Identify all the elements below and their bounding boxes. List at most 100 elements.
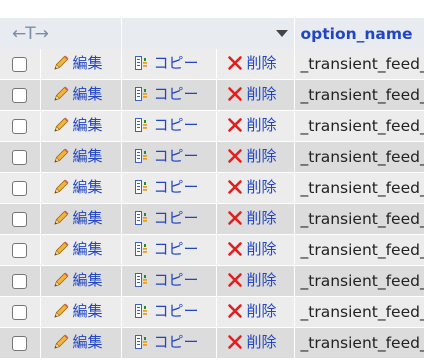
delete-button[interactable]: 削除 — [226, 207, 277, 228]
table-row: 編集 コピー 削除 _transient_feed_ — [0, 110, 424, 142]
table-row: 編集 コピー 削除 _transient_feed_ — [0, 141, 424, 173]
option-name-cell[interactable]: _transient_feed_ — [294, 296, 424, 328]
delete-button[interactable]: 削除 — [226, 114, 277, 135]
copy-cell: コピー — [121, 265, 217, 297]
sort-option-name-link[interactable]: option_name — [301, 25, 413, 43]
edit-button[interactable]: 編集 — [52, 114, 103, 135]
edit-button[interactable]: 編集 — [52, 83, 103, 104]
option-name-value: _transient_feed_ — [300, 55, 424, 73]
table-row: 編集 コピー 削除 _transient_feed_ — [0, 327, 424, 359]
edit-button[interactable]: 編集 — [52, 238, 103, 259]
copy-button[interactable]: コピー — [133, 114, 199, 135]
pencil-icon — [52, 85, 70, 103]
row-checkbox[interactable] — [12, 211, 28, 227]
edit-label: 編集 — [72, 85, 103, 104]
option-name-cell[interactable]: _transient_feed_ — [294, 49, 424, 80]
filter-header-cell — [121, 18, 295, 49]
edit-label: 編集 — [72, 302, 103, 321]
copy-label: コピー — [153, 54, 199, 73]
option-name-cell[interactable]: _transient_feed_ — [294, 172, 424, 204]
row-checkbox[interactable] — [12, 56, 28, 72]
edit-label: 編集 — [72, 240, 103, 259]
copy-insert-icon — [133, 54, 151, 72]
option-name-cell[interactable]: _transient_feed_ — [294, 265, 424, 297]
row-select-cell — [0, 110, 41, 142]
option-name-cell[interactable]: _transient_feed_ — [294, 79, 424, 111]
copy-button[interactable]: コピー — [133, 176, 199, 197]
row-checkbox[interactable] — [12, 242, 28, 258]
row-select-cell — [0, 265, 41, 297]
pencil-icon — [52, 178, 70, 196]
copy-button[interactable]: コピー — [133, 300, 199, 321]
copy-button[interactable]: コピー — [133, 269, 199, 290]
delete-button[interactable]: 削除 — [226, 52, 277, 73]
delete-button[interactable]: 削除 — [226, 83, 277, 104]
delete-button[interactable]: 削除 — [226, 238, 277, 259]
option-name-cell[interactable]: _transient_feed_ — [294, 234, 424, 266]
copy-label: コピー — [153, 116, 199, 135]
row-checkbox[interactable] — [12, 87, 28, 103]
column-sort-arrows[interactable]: ←T→ — [0, 18, 122, 49]
edit-cell: 編集 — [40, 327, 122, 359]
copy-button[interactable]: コピー — [133, 238, 199, 259]
row-checkbox[interactable] — [12, 118, 28, 134]
copy-button[interactable]: コピー — [133, 331, 199, 352]
delete-button[interactable]: 削除 — [226, 176, 277, 197]
delete-cell: 削除 — [216, 141, 295, 173]
edit-button[interactable]: 編集 — [52, 52, 103, 73]
row-checkbox[interactable] — [12, 180, 28, 196]
copy-cell: コピー — [121, 234, 217, 266]
row-checkbox[interactable] — [12, 273, 28, 289]
edit-button[interactable]: 編集 — [52, 145, 103, 166]
edit-label: 編集 — [72, 54, 103, 73]
edit-button[interactable]: 編集 — [52, 300, 103, 321]
delete-label: 削除 — [246, 240, 277, 259]
row-checkbox[interactable] — [12, 304, 28, 320]
delete-x-icon — [226, 116, 244, 134]
copy-button[interactable]: コピー — [133, 145, 199, 166]
table-row: 編集 コピー 削除 _transient_feed_ — [0, 172, 424, 204]
delete-label: 削除 — [246, 147, 277, 166]
edit-button[interactable]: 編集 — [52, 207, 103, 228]
edit-cell: 編集 — [40, 265, 122, 297]
option-name-cell[interactable]: _transient_feed_ — [294, 141, 424, 173]
column-dropdown-icon[interactable] — [275, 30, 288, 37]
pencil-icon — [52, 116, 70, 134]
delete-label: 削除 — [246, 85, 277, 104]
pencil-icon — [52, 240, 70, 258]
copy-insert-icon — [133, 85, 151, 103]
option-name-cell[interactable]: _transient_feed_ — [294, 203, 424, 235]
option-name-value: _transient_feed_ — [300, 86, 424, 104]
delete-label: 削除 — [246, 178, 277, 197]
copy-insert-icon — [133, 147, 151, 165]
edit-cell: 編集 — [40, 172, 122, 204]
copy-cell: コピー — [121, 172, 217, 204]
edit-button[interactable]: 編集 — [52, 331, 103, 352]
edit-cell: 編集 — [40, 296, 122, 328]
table-row: 編集 コピー 削除 _transient_feed_ — [0, 265, 424, 297]
copy-label: コピー — [153, 333, 199, 352]
delete-button[interactable]: 削除 — [226, 145, 277, 166]
delete-button[interactable]: 削除 — [226, 269, 277, 290]
delete-button[interactable]: 削除 — [226, 300, 277, 321]
option-name-value: _transient_feed_ — [300, 148, 424, 166]
option-name-value: _transient_feed_ — [300, 210, 424, 228]
row-checkbox[interactable] — [12, 149, 28, 165]
option-name-cell[interactable]: _transient_feed_ — [294, 110, 424, 142]
option-name-cell[interactable]: _transient_feed_ — [294, 327, 424, 359]
edit-button[interactable]: 編集 — [52, 176, 103, 197]
option-name-value: _transient_feed_ — [300, 303, 424, 321]
edit-button[interactable]: 編集 — [52, 269, 103, 290]
delete-button[interactable]: 削除 — [226, 331, 277, 352]
copy-insert-icon — [133, 271, 151, 289]
delete-cell: 削除 — [216, 203, 295, 235]
row-checkbox[interactable] — [12, 335, 28, 351]
copy-button[interactable]: コピー — [133, 207, 199, 228]
table-body: 編集 コピー 削除 _transient_feed_ 編集 コピー 削除 _tr… — [0, 49, 424, 359]
table-row: 編集 コピー 削除 _transient_feed_ — [0, 49, 424, 80]
row-select-cell — [0, 141, 41, 173]
table-row: 編集 コピー 削除 _transient_feed_ — [0, 79, 424, 111]
copy-button[interactable]: コピー — [133, 83, 199, 104]
row-select-cell — [0, 49, 41, 80]
copy-button[interactable]: コピー — [133, 52, 199, 73]
